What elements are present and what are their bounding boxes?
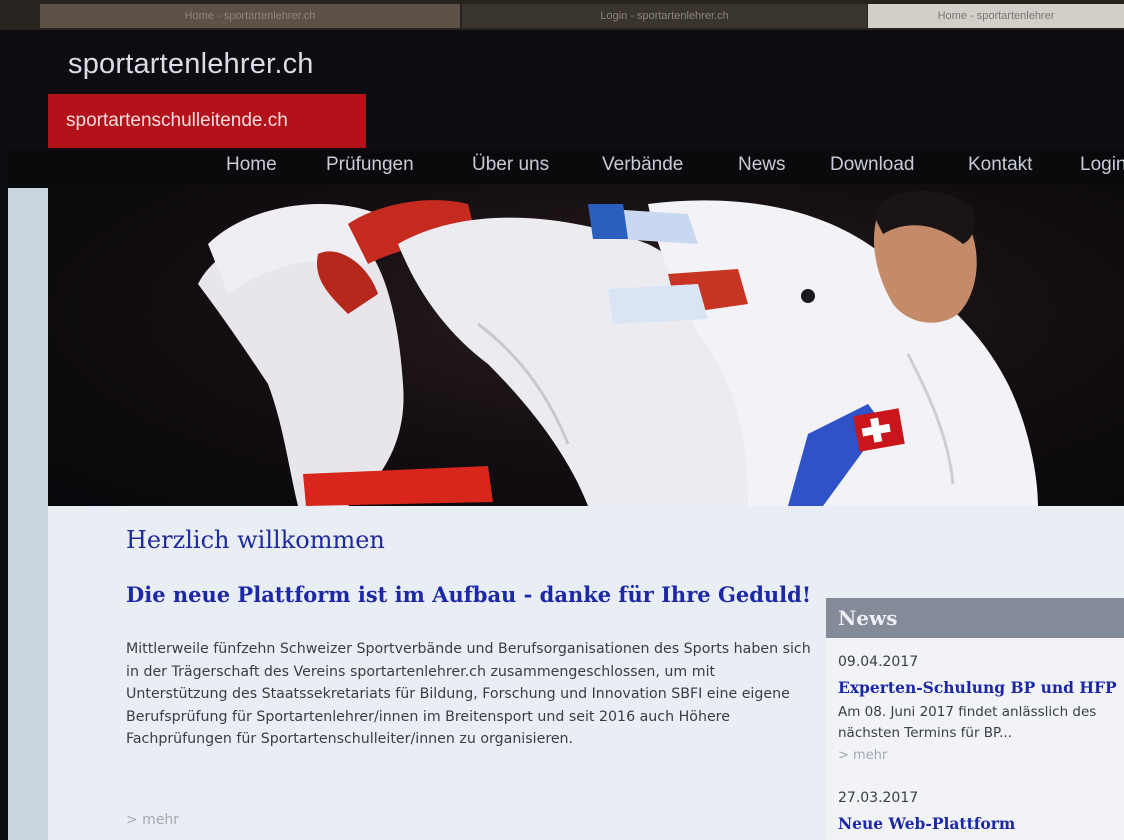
news-item-date: 09.04.2017 (838, 654, 919, 670)
news-item-title[interactable]: Experten-Schulung BP und HFP (838, 678, 1117, 697)
nav-ueber-uns[interactable]: Über uns (472, 154, 549, 176)
web-page: sportartenlehrer.ch sportartenschulleite… (8, 30, 1124, 840)
nav-home[interactable]: Home (226, 154, 277, 176)
news-item-text: Am 08. Juni 2017 findet anlässlich des n… (838, 704, 1097, 741)
left-margin-strip (8, 188, 48, 840)
nav-verbaende[interactable]: Verbände (602, 154, 683, 176)
news-item-title[interactable]: Neue Web-Plattform (838, 814, 1015, 833)
welcome-heading: Herzlich willkommen (126, 526, 385, 554)
article-body: Mittlerweile fünfzehn Schweizer Sportver… (126, 641, 811, 747)
hero-image-karate (48, 184, 1124, 506)
nav-news[interactable]: News (738, 154, 786, 176)
sub-brand-banner[interactable]: sportartenschulleitende.ch (48, 94, 366, 148)
hero-illustration (198, 190, 1038, 506)
browser-tab-login[interactable]: Login - sportartenlehrer.ch (462, 4, 867, 28)
browser-tab-bar: Home - sportartenlehrer.ch Login - sport… (0, 0, 1124, 30)
news-heading: News (826, 598, 1124, 638)
site-title-logo[interactable]: sportartenlehrer.ch (68, 48, 314, 81)
main-navigation: Home Prüfungen Über uns Verbände News Do… (8, 150, 1124, 186)
article-headline[interactable]: Die neue Plattform ist im Aufbau - danke… (126, 582, 811, 607)
nav-kontakt[interactable]: Kontakt (968, 154, 1032, 176)
news-item-more-link[interactable]: > mehr (838, 748, 887, 763)
nav-pruefungen[interactable]: Prüfungen (326, 154, 414, 176)
nav-download[interactable]: Download (830, 154, 915, 176)
browser-tab-home-active[interactable]: Home - sportartenlehrer (868, 4, 1124, 28)
nav-login[interactable]: Login (1080, 154, 1124, 176)
browser-tab-home[interactable]: Home - sportartenlehrer.ch (40, 4, 460, 28)
news-sidebar: News 09.04.2017 Experten-Schulung BP und… (826, 598, 1124, 840)
article-more-link[interactable]: > mehr (126, 812, 179, 828)
news-item-date: 27.03.2017 (838, 790, 919, 806)
main-content: Herzlich willkommen Die neue Plattform i… (48, 506, 1124, 840)
